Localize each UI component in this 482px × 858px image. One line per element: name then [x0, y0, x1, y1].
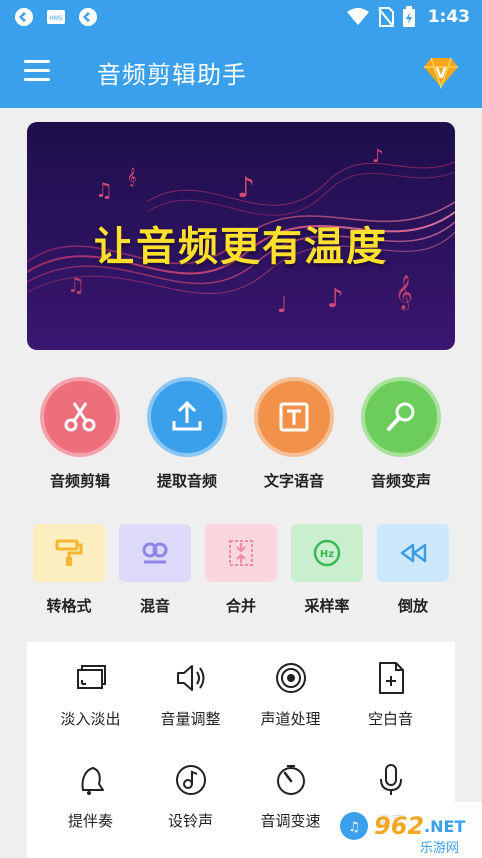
ringtone-icon [175, 765, 206, 795]
tool-label: 音量调整 [160, 710, 221, 728]
page-title: 音频剪辑助手 [97, 61, 247, 89]
action-label: 混音 [139, 597, 170, 615]
watermark-graphic: ♫ 962 .NET 乐游网 [340, 812, 465, 856]
merge-button[interactable]: 合并 [196, 524, 286, 616]
accompaniment-button[interactable]: 提伴奏 [37, 762, 144, 831]
svg-text:𝄞: 𝄞 [127, 167, 136, 187]
square-bg [119, 524, 191, 582]
svg-text:V: V [436, 66, 447, 82]
rewind-icon [400, 543, 427, 563]
tool-label: 设铃声 [167, 812, 213, 830]
no-sim-icon [377, 7, 394, 27]
paint-roller-icon [55, 539, 83, 566]
convert-format-button[interactable]: 转格式 [24, 524, 114, 616]
menu-icon[interactable] [24, 60, 50, 82]
circle-bg [147, 377, 227, 457]
upload-icon [172, 400, 202, 431]
pitch-speed-button[interactable]: 音调变速 [237, 762, 344, 831]
text-to-speech-button[interactable]: 文字语音 [239, 377, 349, 491]
sync-icon [79, 8, 97, 26]
svg-text:♩: ♩ [277, 293, 287, 318]
svg-text:♪: ♪ [327, 284, 344, 314]
hms-icon: HMS [47, 10, 65, 24]
svg-text:乐游网: 乐游网 [420, 841, 459, 856]
square-bg [33, 524, 105, 582]
fade-button[interactable]: 淡入淡出 [37, 660, 144, 729]
mix-button[interactable]: 混音 [110, 524, 200, 616]
tool-label: 淡入淡出 [60, 710, 121, 728]
clock: 1:43 [427, 7, 470, 27]
set-ringtone-button[interactable]: 设铃声 [137, 762, 244, 831]
volume-icon [176, 665, 204, 691]
reverse-button[interactable]: 倒放 [368, 524, 458, 616]
svg-text:𝄞: 𝄞 [395, 275, 413, 311]
action-label: 文字语音 [263, 472, 324, 490]
app-bar: 音频剪辑助手 V [0, 36, 482, 108]
text-box-icon [279, 402, 309, 432]
tool-label: 提伴奏 [67, 812, 113, 830]
watermark-logo: ♫ 962 .NET 乐游网 [334, 802, 482, 858]
mix-icon [142, 542, 168, 564]
tool-label: 声道处理 [260, 710, 321, 728]
circle-bg [40, 377, 120, 457]
vip-diamond-icon[interactable]: V [422, 52, 460, 90]
svg-text:♫: ♫ [67, 273, 85, 297]
blank-file-icon [378, 662, 404, 694]
microphone-icon [387, 402, 415, 431]
bell-icon [81, 767, 104, 795]
audio-cut-button[interactable]: 音频剪辑 [25, 377, 135, 491]
sample-rate-button[interactable]: Hz 采样率 [282, 524, 372, 616]
square-bg [205, 524, 277, 582]
svg-text:♪: ♪ [237, 171, 255, 204]
svg-text:962: 962 [374, 812, 424, 840]
volume-button[interactable]: 音量调整 [137, 660, 244, 729]
action-label: 采样率 [304, 597, 350, 615]
svg-text:.NET: .NET [424, 817, 465, 836]
svg-text:♫: ♫ [95, 178, 113, 202]
fade-icon [76, 665, 106, 689]
action-label: 音频剪辑 [49, 472, 110, 490]
hz-icon: Hz [313, 539, 341, 567]
channel-button[interactable]: 声道处理 [237, 660, 344, 729]
promo-banner[interactable]: ♪ ♫ ♪ 𝄞 ♫ ♩ 𝄞 ♪ 让音频更有温度 [27, 122, 455, 350]
action-label: 倒放 [397, 597, 428, 615]
speed-icon [276, 765, 305, 795]
svg-text:Hz: Hz [320, 549, 334, 560]
action-label: 合并 [225, 597, 256, 615]
svg-text:HMS: HMS [49, 15, 63, 22]
status-bar: HMS 1:43 [0, 0, 482, 36]
action-label: 提取音频 [156, 472, 217, 490]
mic-icon [379, 764, 402, 795]
circle-bg [361, 377, 441, 457]
tool-label: 音调变速 [260, 812, 321, 830]
action-label: 转格式 [46, 597, 92, 615]
banner-title: 让音频更有温度 [94, 224, 388, 270]
scissors-icon [64, 402, 96, 432]
circle-bg [254, 377, 334, 457]
voice-changer-button[interactable]: 音频变声 [346, 377, 456, 491]
wifi-icon [346, 8, 369, 25]
action-label: 音频变声 [370, 472, 431, 490]
battery-icon [402, 6, 415, 27]
svg-text:♪: ♪ [372, 146, 384, 167]
merge-icon [229, 540, 253, 566]
sync-icon [15, 8, 33, 26]
svg-text:♫: ♫ [348, 820, 360, 835]
channel-icon [275, 663, 306, 693]
tool-label: 空白音 [367, 710, 413, 728]
square-bg: Hz [291, 524, 363, 582]
blank-audio-button[interactable]: 空白音 [337, 660, 444, 729]
square-bg [377, 524, 449, 582]
extract-audio-button[interactable]: 提取音频 [132, 377, 242, 491]
